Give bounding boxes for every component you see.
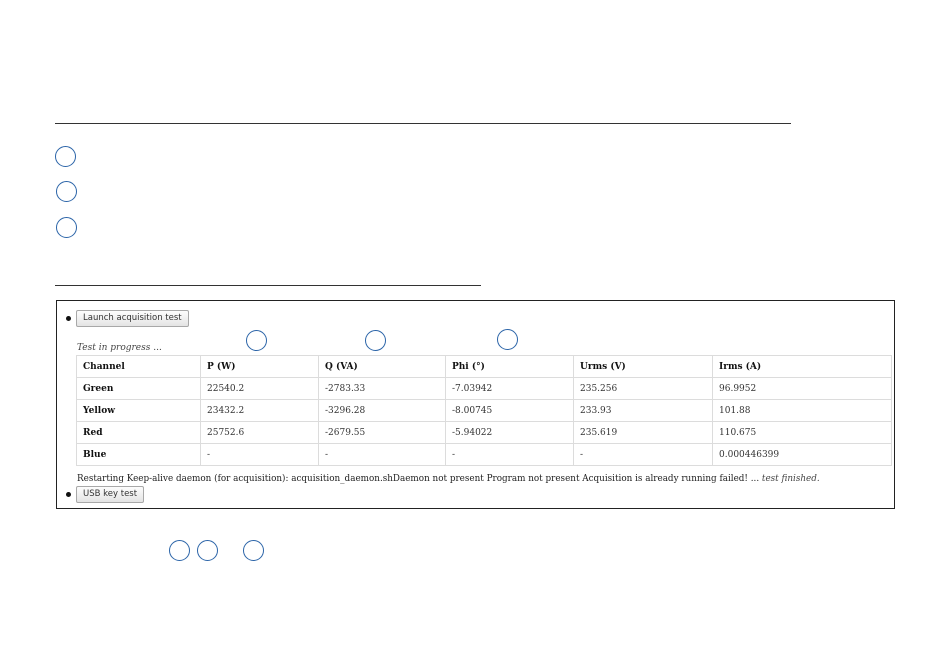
- table-cell: 110.675: [712, 421, 892, 444]
- callout-marker-9: [243, 540, 264, 561]
- log-finished-text: test finished.: [761, 474, 820, 484]
- table-row: Yellow 23432.2 -3296.28 -8.00745 233.93 …: [76, 399, 892, 422]
- table-row: Blue - - - - 0.000446399: [76, 443, 892, 466]
- channel-name: Yellow: [76, 399, 201, 422]
- table-cell: -: [573, 443, 713, 466]
- test-status-text: Test in progress ...: [77, 343, 162, 353]
- channel-name: Red: [76, 421, 201, 444]
- table-cell: 0.000446399: [712, 443, 892, 466]
- table-cell: -: [200, 443, 319, 466]
- channel-name: Green: [76, 377, 201, 400]
- table-cell: 22540.2: [200, 377, 319, 400]
- table-cell: -7.03942: [445, 377, 574, 400]
- column-header-channel: Channel: [76, 355, 201, 378]
- callout-marker-1: [55, 146, 76, 167]
- acquisition-log: Restarting Keep-alive daemon (for acquis…: [77, 474, 820, 484]
- callout-marker-3: [56, 217, 77, 238]
- column-header-phi: Phi (°): [445, 355, 574, 378]
- table-cell: -8.00745: [445, 399, 574, 422]
- table-cell: -: [445, 443, 574, 466]
- table-row: Green 22540.2 -2783.33 -7.03942 235.256 …: [76, 377, 892, 400]
- usb-key-test-button[interactable]: USB key test: [76, 486, 145, 503]
- table-cell: -: [318, 443, 446, 466]
- column-header-urms: Urms (V): [573, 355, 713, 378]
- table-cell: 235.256: [573, 377, 713, 400]
- callout-marker-8: [197, 540, 218, 561]
- table-cell: 23432.2: [200, 399, 319, 422]
- callout-marker-2: [56, 181, 77, 202]
- table-cell: 96.9952: [712, 377, 892, 400]
- log-message: Restarting Keep-alive daemon (for acquis…: [77, 474, 760, 484]
- channel-name: Blue: [76, 443, 201, 466]
- table-cell: -5.94022: [445, 421, 574, 444]
- column-header-p: P (W): [200, 355, 319, 378]
- table-cell: 233.93: [573, 399, 713, 422]
- table-cell: -3296.28: [318, 399, 446, 422]
- launch-acquisition-test-button[interactable]: Launch acquisition test: [76, 310, 189, 327]
- list-bullet: [66, 316, 71, 321]
- section-divider-middle: [55, 285, 481, 286]
- measurement-table: Channel P (W) Q (VA) Phi (°) Urms (V) Ir…: [76, 355, 892, 466]
- section-divider-top: [55, 123, 791, 124]
- table-header-row: Channel P (W) Q (VA) Phi (°) Urms (V) Ir…: [76, 355, 892, 378]
- list-bullet: [66, 492, 71, 497]
- column-header-q: Q (VA): [318, 355, 446, 378]
- table-cell: 235.619: [573, 421, 713, 444]
- table-row: Red 25752.6 -2679.55 -5.94022 235.619 11…: [76, 421, 892, 444]
- table-cell: -2679.55: [318, 421, 446, 444]
- table-cell: 101.88: [712, 399, 892, 422]
- column-header-irms: Irms (A): [712, 355, 892, 378]
- table-cell: 25752.6: [200, 421, 319, 444]
- callout-marker-7: [169, 540, 190, 561]
- table-cell: -2783.33: [318, 377, 446, 400]
